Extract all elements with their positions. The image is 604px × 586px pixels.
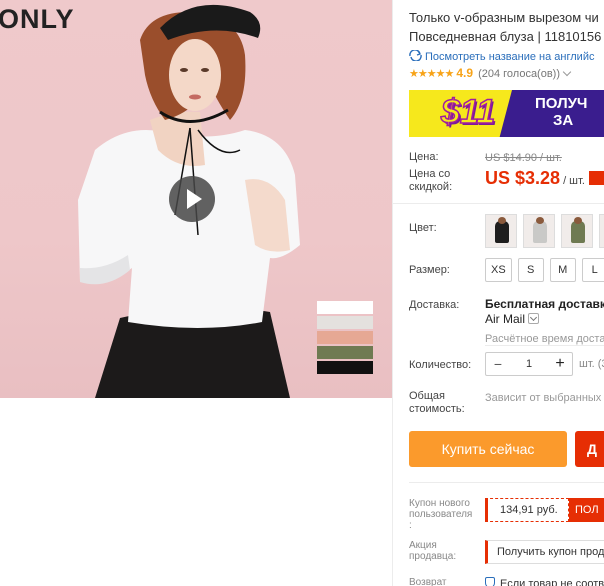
add-to-cart-button[interactable]: Д xyxy=(575,431,604,467)
discount-label-line-1: Цена со xyxy=(409,168,451,180)
thumb-figure xyxy=(533,221,547,243)
thumb-head xyxy=(574,217,582,224)
divider xyxy=(409,482,604,483)
size-option-m[interactable]: M xyxy=(549,258,576,282)
thumb-figure xyxy=(495,221,509,243)
swatch-white xyxy=(317,301,373,314)
quantity-increase-button[interactable]: + xyxy=(548,353,572,375)
rating-score: 4.9 xyxy=(456,66,473,80)
original-price: US $14.90 / шт. xyxy=(485,152,562,164)
swatch-black xyxy=(317,361,373,374)
free-shipping-text: Бесплатная доставка в xyxy=(485,297,604,311)
return-label: Возврат xyxy=(409,577,447,586)
return-policy: Если товар не соотве xyxy=(485,577,604,586)
banner-price: $11 xyxy=(440,92,496,132)
rating-stars-icon: ★★★★★ xyxy=(409,68,454,80)
rating-votes[interactable]: (204 голоса(ов)) xyxy=(478,68,560,80)
color-options xyxy=(485,214,604,253)
total-label-line-1: Общая xyxy=(409,390,445,402)
swatch-gray xyxy=(317,316,373,329)
size-option-xs[interactable]: XS xyxy=(485,258,512,282)
discount-price-label: Цена со скидкой: xyxy=(409,168,452,194)
shipping-method[interactable]: Air Mail xyxy=(485,312,525,326)
coupon-label-line-3: : xyxy=(409,520,412,531)
color-option-black[interactable] xyxy=(485,214,517,248)
banner-text: ПОЛУЧ ЗА xyxy=(535,95,587,129)
discount-badge xyxy=(588,171,604,185)
buy-now-button[interactable]: Купить сейчас xyxy=(409,431,567,467)
translate-icon xyxy=(409,50,422,61)
quantity-label: Количество: xyxy=(409,359,472,371)
seller-coupon-button[interactable]: Получить купон прод xyxy=(485,540,604,564)
chevron-down-icon[interactable] xyxy=(562,67,572,77)
new-user-coupon-value: 134,91 руб. xyxy=(485,498,569,522)
coupon-label-line-1: Купон нового xyxy=(409,498,470,509)
size-label: Размер: xyxy=(409,264,450,276)
price-label: Цена: xyxy=(409,151,439,163)
shipping-info: Бесплатная доставка в Air Mail Расчётное… xyxy=(485,297,604,347)
thumb-head xyxy=(498,217,506,224)
discount-price-amount: US $3.28 xyxy=(485,168,561,188)
color-option-green[interactable] xyxy=(561,214,593,248)
swatch-green xyxy=(317,346,373,359)
translate-link-text[interactable]: Посмотреть название на английс xyxy=(425,51,594,63)
swatch-peach xyxy=(317,331,373,344)
banner-text-line-2: ЗА xyxy=(553,112,574,129)
product-info-panel: Только v-образным вырезом чи Повседневна… xyxy=(392,0,604,586)
rating-row[interactable]: ★★★★★ 4.9 (204 голоса(ов)) xyxy=(409,66,572,80)
banner-text-line-1: ПОЛУЧ xyxy=(535,95,588,112)
total-label: Общая стоимость: xyxy=(409,390,465,416)
total-value: Зависит от выбранных з xyxy=(485,392,604,404)
color-option-gray[interactable] xyxy=(523,214,555,248)
shipping-method-dropdown-icon[interactable] xyxy=(528,313,540,324)
brand-logo: ONLY xyxy=(0,4,75,34)
title-line-1: Только v-образным вырезом чи xyxy=(409,10,599,25)
color-label: Цвет: xyxy=(409,222,437,234)
seller-promo-label: Акция продавца: xyxy=(409,540,456,562)
title-line-2: Повседневная блуза | 11810156 xyxy=(409,29,602,44)
get-coupon-button[interactable]: ПОЛ xyxy=(569,498,604,522)
play-video-icon[interactable] xyxy=(169,176,215,222)
size-option-s[interactable]: S xyxy=(517,258,544,282)
shipping-label: Доставка: xyxy=(409,299,460,311)
color-swatch-strip xyxy=(317,301,373,376)
divider xyxy=(485,345,604,346)
size-option-l[interactable]: L xyxy=(581,258,604,282)
discount-label-line-2: скидкой: xyxy=(409,181,453,193)
return-policy-text: Если товар не соотве xyxy=(500,578,604,586)
total-label-line-2: стоимость: xyxy=(409,403,465,415)
quantity-input[interactable]: 1 xyxy=(510,358,548,370)
thumb-head xyxy=(536,217,544,224)
divider xyxy=(393,203,604,204)
promo-banner[interactable]: $11 ПОЛУЧ ЗА xyxy=(409,90,604,137)
price-unit: / шт. xyxy=(563,175,585,187)
product-image-gallery[interactable]: ONLY xyxy=(0,0,392,398)
seller-label-line-1: Акция xyxy=(409,540,437,551)
quantity-available: шт. (3 xyxy=(579,358,604,370)
new-user-coupon-label: Купон нового пользователя : xyxy=(409,498,472,531)
size-options: XS S M L xyxy=(485,258,604,282)
seller-label-line-2: продавца: xyxy=(409,551,457,562)
shield-icon xyxy=(485,577,495,586)
discount-price: US $3.28/ шт. xyxy=(485,168,604,189)
color-option-white[interactable] xyxy=(599,214,604,248)
coupon-label-line-2: пользователя xyxy=(409,509,473,520)
translate-title-link[interactable]: Посмотреть название на английс xyxy=(409,50,594,63)
quantity-decrease-button[interactable]: − xyxy=(486,353,510,375)
thumb-figure xyxy=(571,221,585,243)
quantity-stepper: − 1 + xyxy=(485,352,573,376)
product-title: Только v-образным вырезом чи Повседневна… xyxy=(409,8,604,46)
